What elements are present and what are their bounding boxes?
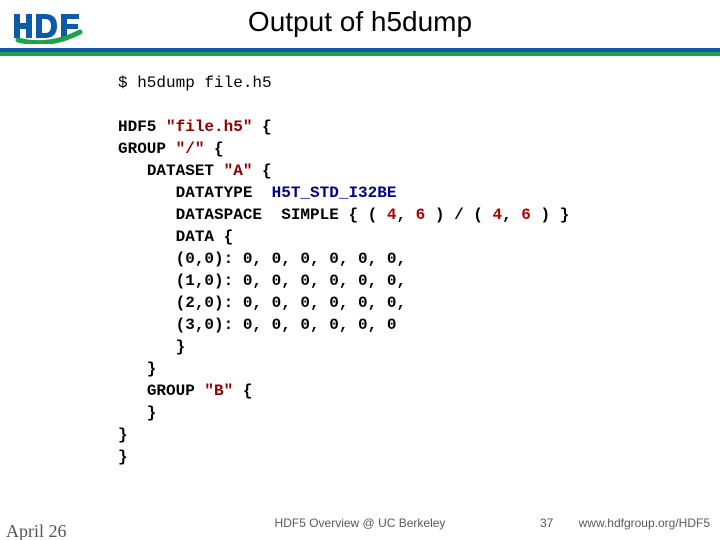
footer-page-number: 37 — [540, 516, 553, 530]
footer-url: www.hdfgroup.org/HDF5 — [579, 516, 710, 530]
h5dump-output: HDF5 "file.h5" {GROUP "/" { DATASET "A" … — [118, 116, 720, 468]
command-prompt: $ h5dump file.h5 — [118, 72, 720, 94]
slide-title: Output of h5dump — [0, 6, 720, 38]
blank-line — [118, 94, 720, 116]
slide-header: Output of h5dump — [0, 0, 720, 52]
divider-green — [0, 52, 720, 56]
slide-body: $ h5dump file.h5 HDF5 "file.h5" {GROUP "… — [0, 72, 720, 468]
slide-footer: April 26 HDF5 Overview @ UC Berkeley 37 … — [0, 514, 720, 536]
